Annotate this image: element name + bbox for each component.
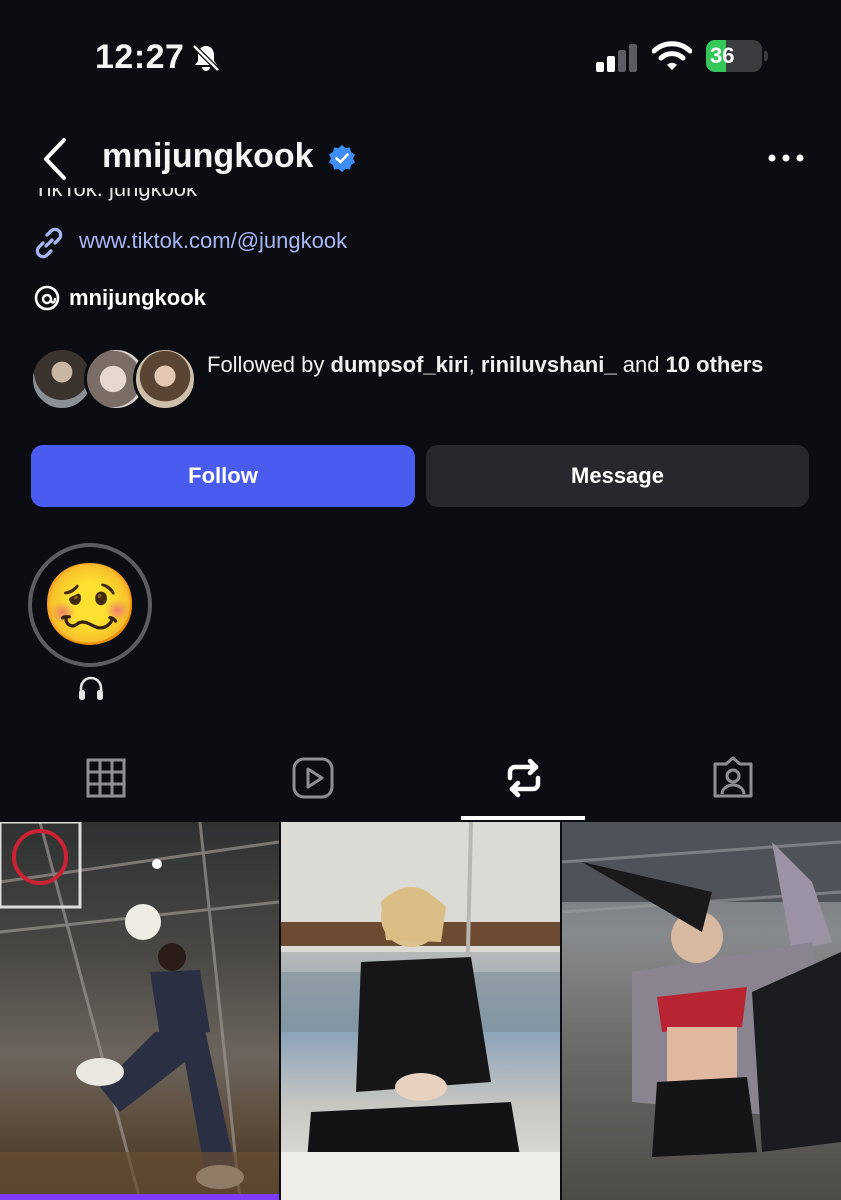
reposts-icon[interactable] <box>502 756 546 800</box>
story-highlight[interactable]: 🥴 <box>28 543 152 667</box>
battery-percent: 36 <box>710 43 735 68</box>
follow-button[interactable]: Follow <box>31 445 415 507</box>
profile-username: mnijungkook <box>102 137 314 175</box>
grid-icon[interactable] <box>84 756 128 800</box>
cellular-signal-icon <box>596 44 637 72</box>
thumbnail-image <box>562 822 841 1157</box>
threads-icon[interactable] <box>33 284 61 312</box>
bio-link[interactable]: www.tiktok.com/@jungkook <box>79 228 347 254</box>
reel-progress-bar <box>0 1194 279 1200</box>
highlight-emoji: 🥴 <box>40 555 140 655</box>
status-time: 12:27 <box>95 38 185 76</box>
back-arrow-icon[interactable] <box>38 136 72 182</box>
battery-indicator: 36 <box>706 40 768 72</box>
followed-by-user: riniluvshani_ <box>480 352 617 377</box>
thumbnail-image <box>281 822 560 1200</box>
link-icon <box>35 227 63 259</box>
repost-thumbnail[interactable] <box>281 822 560 1200</box>
verified-badge-icon <box>329 145 355 172</box>
repost-thumbnail[interactable] <box>562 822 841 1200</box>
threads-handle[interactable]: mnijungkook <box>69 285 206 311</box>
bio-line-text: TikTok: jungkook <box>34 188 198 201</box>
follower-avatar[interactable] <box>133 347 197 411</box>
followed-by-user: dumpsof_kiri <box>330 352 469 377</box>
repost-thumbnail[interactable] <box>0 822 279 1200</box>
reels-icon[interactable] <box>291 756 335 800</box>
followed-by-prefix: Followed by <box>207 352 331 377</box>
followed-by-count: 10 others <box>665 352 764 377</box>
tagged-icon[interactable] <box>711 756 755 800</box>
headphones-icon <box>79 676 103 700</box>
thumbnail-image <box>0 822 279 1200</box>
more-options-icon[interactable] <box>766 148 806 168</box>
followed-by-text[interactable]: Followed by dumpsof_kiri, riniluvshani_ … <box>207 349 767 380</box>
bio-line-partial: TikTok: jungkook <box>34 188 534 212</box>
active-tab-indicator <box>461 816 585 820</box>
followed-by-separator: , <box>468 352 481 377</box>
bell-muted-icon <box>192 44 220 72</box>
message-button[interactable]: Message <box>426 445 809 507</box>
followed-by-and: and <box>616 352 666 377</box>
wifi-icon <box>652 41 692 70</box>
